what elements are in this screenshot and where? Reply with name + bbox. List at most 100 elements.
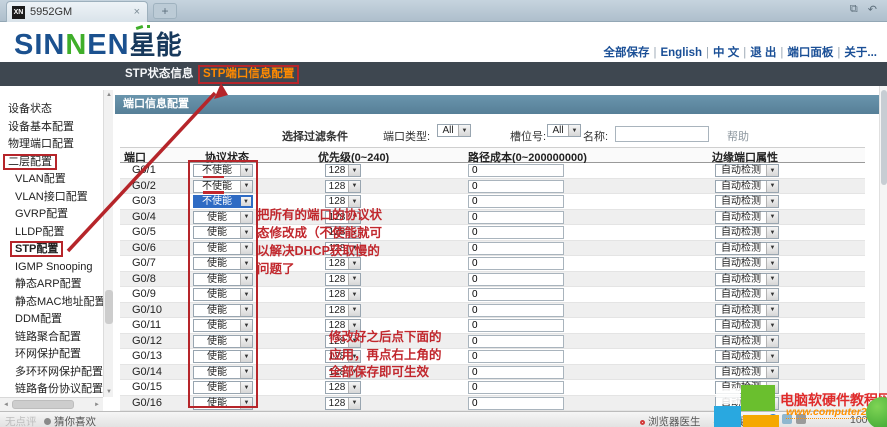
protocol-status-select[interactable]: 使能▼ [193, 211, 253, 224]
sidebar-item[interactable]: 链路备份协议配置 [0, 381, 103, 397]
scrollbar-thumb[interactable] [881, 90, 887, 185]
path-cost-input[interactable] [468, 226, 564, 239]
scroll-down-icon[interactable]: ▼ [104, 387, 114, 397]
sidebar-item[interactable]: 链路聚合配置 [0, 329, 103, 347]
edge-port-select[interactable]: 自动检测▼ [715, 397, 779, 410]
edge-port-select[interactable]: 自动检测▼ [715, 195, 779, 208]
priority-select[interactable]: 128▼ [325, 273, 361, 286]
port-panel-link[interactable]: 端口面板 [787, 47, 833, 59]
files-icon[interactable] [782, 414, 792, 424]
name-input[interactable] [615, 126, 709, 142]
edge-port-select[interactable]: 自动检测▼ [715, 288, 779, 301]
edge-port-select[interactable]: 自动检测▼ [715, 164, 779, 177]
priority-select[interactable]: 128▼ [325, 195, 361, 208]
edge-port-select[interactable]: 自动检测▼ [715, 257, 779, 270]
browser-icon-cluster[interactable] [768, 414, 810, 426]
path-cost-input[interactable] [468, 397, 564, 410]
sidebar-item[interactable]: 静态MAC地址配置 [0, 294, 103, 312]
priority-select[interactable]: 128▼ [325, 180, 361, 193]
protocol-status-select[interactable]: 使能▼ [193, 366, 253, 379]
path-cost-input[interactable] [468, 350, 564, 363]
scrollbar-thumb[interactable] [12, 400, 74, 409]
protocol-status-select[interactable]: 使能▼ [193, 381, 253, 394]
ie-icon[interactable] [768, 414, 778, 424]
priority-select[interactable]: 128▼ [325, 242, 361, 255]
undo-icon[interactable]: ↶ [868, 3, 877, 16]
priority-select[interactable]: 128▼ [325, 211, 361, 224]
protocol-status-select[interactable]: 使能▼ [193, 350, 253, 363]
protocol-status-select[interactable]: 使能▼ [193, 288, 253, 301]
tab-list-icon[interactable]: ⧉ [850, 3, 858, 16]
tab-close-icon[interactable]: × [132, 6, 142, 18]
priority-select[interactable]: 128▼ [325, 304, 361, 317]
protocol-status-select[interactable]: 不使能▼ [193, 195, 253, 208]
sidebar-item[interactable]: DDM配置 [0, 311, 103, 329]
path-cost-input[interactable] [468, 319, 564, 332]
edge-port-select[interactable]: 自动检测▼ [715, 211, 779, 224]
speaker-icon[interactable] [796, 414, 806, 424]
edge-port-select[interactable]: 自动检测▼ [715, 366, 779, 379]
edge-port-select[interactable]: 自动检测▼ [715, 319, 779, 332]
english-link[interactable]: English [660, 47, 702, 59]
path-cost-input[interactable] [468, 242, 564, 255]
scrollbar-thumb[interactable] [105, 290, 113, 324]
sidebar-item[interactable]: IGMP Snooping [0, 259, 103, 277]
save-all-link[interactable]: 全部保存 [603, 47, 649, 59]
priority-select[interactable]: 128▼ [325, 397, 361, 410]
path-cost-input[interactable] [468, 381, 564, 394]
protocol-status-select[interactable]: 使能▼ [193, 273, 253, 286]
path-cost-input[interactable] [468, 180, 564, 193]
about-link[interactable]: 关于... [844, 47, 877, 59]
page-vertical-scrollbar[interactable] [879, 86, 887, 411]
logout-link[interactable]: 退 出 [750, 47, 776, 59]
sidebar-item[interactable]: VLAN配置 [0, 171, 103, 189]
sidebar-item[interactable]: 设备基本配置 [0, 119, 103, 137]
slot-select[interactable]: All ▼ [547, 124, 581, 137]
edge-port-select[interactable]: 自动检测▼ [715, 273, 779, 286]
protocol-status-select[interactable]: 使能▼ [193, 242, 253, 255]
path-cost-input[interactable] [468, 257, 564, 270]
scroll-left-icon[interactable]: ◄ [1, 400, 11, 410]
protocol-status-select[interactable]: 使能▼ [193, 397, 253, 410]
new-tab-button[interactable]: + [153, 3, 177, 19]
priority-select[interactable]: 128▼ [325, 366, 361, 379]
edge-port-select[interactable]: 自动检测▼ [715, 242, 779, 255]
protocol-status-select[interactable]: 使能▼ [193, 304, 253, 317]
priority-select[interactable]: 128▼ [325, 350, 361, 363]
sidebar-item[interactable]: 二层配置 [0, 154, 103, 172]
download-item[interactable]: ⬇ 下载 [712, 414, 745, 427]
guess-you-like-item[interactable]: 猜你喜欢 [44, 414, 96, 427]
browser-doctor-item[interactable]: 浏览器医生 [640, 414, 701, 427]
sidebar-item[interactable]: STP配置 [0, 241, 103, 259]
edge-port-select[interactable]: 自动检测▼ [715, 180, 779, 193]
priority-select[interactable]: 128▼ [325, 164, 361, 177]
edge-port-select[interactable]: 自动检测▼ [715, 350, 779, 363]
protocol-status-select[interactable]: 不使能▼ [193, 164, 253, 177]
tab-stp-status[interactable]: STP状态信息 [125, 62, 193, 86]
sidebar-item[interactable]: LLDP配置 [0, 224, 103, 242]
edge-port-select[interactable]: 自动检测▼ [715, 381, 779, 394]
priority-select[interactable]: 128▼ [325, 226, 361, 239]
priority-select[interactable]: 128▼ [325, 381, 361, 394]
priority-select[interactable]: 128▼ [325, 319, 361, 332]
scroll-right-icon[interactable]: ► [92, 400, 102, 410]
chinese-link[interactable]: 中 文 [713, 47, 739, 59]
path-cost-input[interactable] [468, 211, 564, 224]
sidebar-item[interactable]: VLAN接口配置 [0, 189, 103, 207]
sidebar-horizontal-scrollbar[interactable]: ◄ ► [0, 397, 103, 411]
protocol-status-select[interactable]: 使能▼ [193, 226, 253, 239]
edge-port-select[interactable]: 自动检测▼ [715, 226, 779, 239]
path-cost-input[interactable] [468, 164, 564, 177]
tab-stp-port-config[interactable]: STP端口信息配置 [203, 62, 299, 86]
sidebar-item[interactable]: 多环环网保护配置 [0, 364, 103, 382]
edge-port-select[interactable]: 自动检测▼ [715, 304, 779, 317]
scroll-up-icon[interactable]: ▲ [104, 90, 114, 100]
sidebar-item[interactable]: 设备状态 [0, 101, 103, 119]
priority-select[interactable]: 128▼ [325, 335, 361, 348]
sidebar-item[interactable]: GVRP配置 [0, 206, 103, 224]
path-cost-input[interactable] [468, 366, 564, 379]
priority-select[interactable]: 128▼ [325, 257, 361, 270]
protocol-status-select[interactable]: 使能▼ [193, 257, 253, 270]
priority-select[interactable]: 128▼ [325, 288, 361, 301]
path-cost-input[interactable] [468, 288, 564, 301]
